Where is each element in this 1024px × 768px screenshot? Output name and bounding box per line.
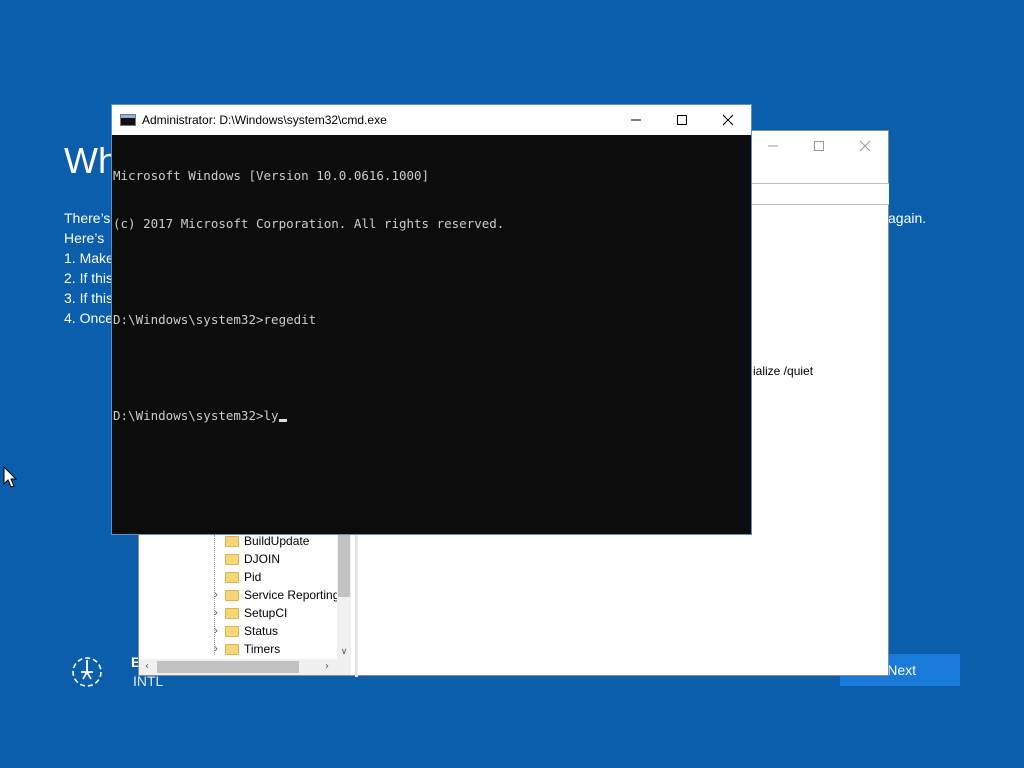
scrollbar-thumb[interactable] <box>338 535 350 597</box>
regedit-window-controls <box>750 131 888 161</box>
instruction-line: 4. Once <box>64 310 114 326</box>
folder-icon <box>225 571 239 583</box>
regedit-close-button[interactable] <box>842 131 888 161</box>
tree-item[interactable]: › Timers <box>209 640 280 658</box>
cmd-maximize-button[interactable] <box>659 105 705 135</box>
tree-item[interactable]: › Service Reporting <box>209 586 339 604</box>
command-prompt-window[interactable]: Administrator: D:\Windows\system32\cmd.e… <box>111 104 752 535</box>
tree-item-label: Status <box>244 624 279 638</box>
cmd-minimize-button[interactable] <box>613 105 659 135</box>
console-icon[interactable] <box>120 114 136 126</box>
chevron-right-icon[interactable]: › <box>209 643 223 655</box>
console-line: D:\Windows\system32>regedit <box>113 312 317 327</box>
regedit-address-bar[interactable] <box>751 183 889 205</box>
tree-item[interactable]: › Status <box>209 622 278 640</box>
instruction-line: There’s <box>64 210 111 226</box>
tree-item-label: Pid <box>244 570 262 584</box>
folder-icon <box>225 643 239 655</box>
scroll-left-icon[interactable]: ‹ <box>139 659 155 675</box>
scrollbar-thumb[interactable] <box>157 661 299 673</box>
chevron-right-icon[interactable]: › <box>209 625 223 637</box>
tree-item[interactable]: › SetupCI <box>209 604 287 622</box>
folder-icon <box>225 589 239 601</box>
pane-splitter[interactable] <box>355 535 358 677</box>
instruction-line: Here’s <box>64 230 105 246</box>
console-input-line[interactable]: D:\Windows\system32>ly <box>113 408 751 424</box>
folder-icon <box>225 553 239 565</box>
cmd-title-bar[interactable]: Administrator: D:\Windows\system32\cmd.e… <box>112 105 751 135</box>
cmd-close-button[interactable] <box>705 105 751 135</box>
chevron-right-icon[interactable]: › <box>209 589 223 601</box>
tree-vertical-scrollbar[interactable]: ∨ <box>337 535 351 659</box>
tree-item[interactable]: DJOIN <box>209 550 280 568</box>
text-cursor <box>278 419 287 422</box>
instruction-trailing-text: again. <box>888 210 927 226</box>
tree-item-label: Service Reporting <box>244 588 340 602</box>
scroll-down-icon[interactable]: ∨ <box>337 645 351 659</box>
tree-item-label: SetupCI <box>244 606 288 620</box>
tree-item[interactable]: Pid <box>209 568 261 586</box>
chevron-right-icon[interactable]: › <box>209 607 223 619</box>
ease-of-access-icon[interactable] <box>70 654 104 688</box>
setup-heading: Wh <box>64 140 118 181</box>
setup-instructions: There’s Here’s 1. Make 2. If this 3. If … <box>64 208 114 328</box>
console-line: (c) 2017 Microsoft Corporation. All righ… <box>113 216 505 231</box>
console-line: Microsoft Windows [Version 10.0.0616.100… <box>113 168 430 183</box>
instruction-line: 3. If this <box>64 290 114 306</box>
tree-item-label: BuildUpdate <box>244 535 310 548</box>
registry-key-tree[interactable]: BuildUpdate DJOIN Pid › Service Reportin… <box>139 535 358 675</box>
tree-item-label: DJOIN <box>244 552 280 566</box>
folder-icon <box>225 607 239 619</box>
tree-horizontal-scrollbar[interactable]: ‹ › <box>139 659 351 675</box>
regedit-minimize-button[interactable] <box>750 131 796 161</box>
folder-icon <box>225 535 239 547</box>
folder-icon <box>225 625 239 637</box>
instruction-line: 2. If this <box>64 270 114 286</box>
registry-value-data: ialize /quiet <box>753 364 814 378</box>
cmd-window-title: Administrator: D:\Windows\system32\cmd.e… <box>142 113 387 127</box>
console-prompt-input[interactable]: D:\Windows\system32>ly <box>113 408 279 423</box>
regedit-maximize-button[interactable] <box>796 131 842 161</box>
console-output[interactable]: Microsoft Windows [Version 10.0.0616.100… <box>113 136 751 456</box>
mouse-pointer-icon <box>3 465 18 492</box>
tree-item[interactable]: BuildUpdate <box>209 535 309 550</box>
scroll-right-icon[interactable]: › <box>319 659 335 675</box>
tree-item-label: Timers <box>244 642 281 656</box>
instruction-line: 1. Make <box>64 250 114 266</box>
